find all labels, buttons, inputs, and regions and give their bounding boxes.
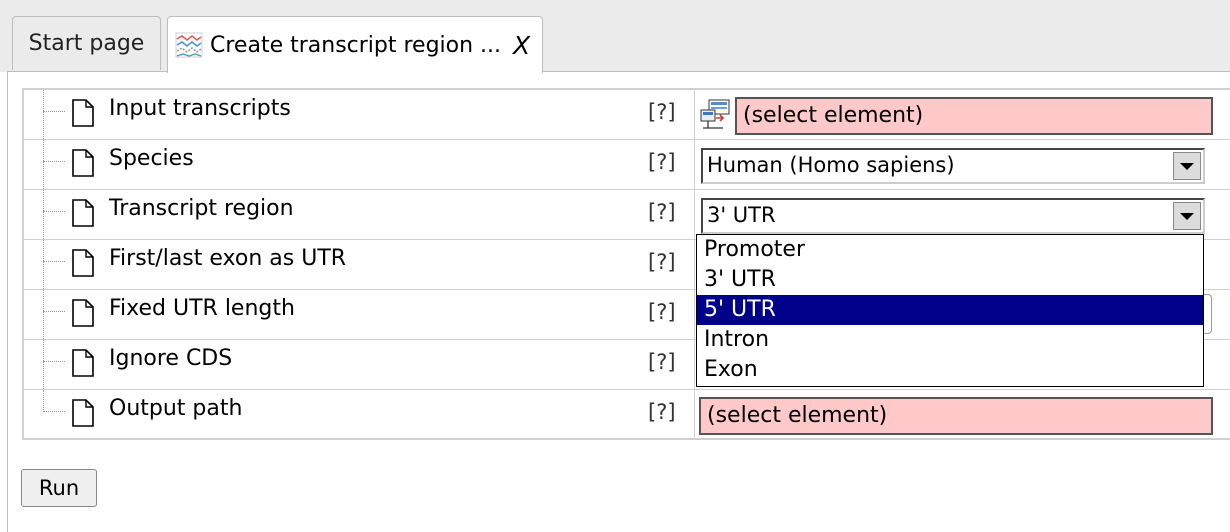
run-button[interactable]: Run bbox=[21, 469, 97, 507]
document-icon bbox=[72, 199, 94, 227]
transcript-region-icon bbox=[175, 32, 203, 58]
tab-label: Start page bbox=[28, 31, 145, 56]
output-path-field[interactable]: (select element) bbox=[699, 397, 1213, 435]
param-row-input-transcripts: Input transcripts [?] (select element) bbox=[24, 90, 1230, 140]
document-icon bbox=[72, 249, 94, 277]
help-link[interactable]: [?] bbox=[648, 250, 676, 274]
input-transcripts-field[interactable]: (select element) bbox=[735, 97, 1213, 135]
close-tab-icon[interactable]: X bbox=[513, 31, 530, 60]
document-icon bbox=[72, 299, 94, 327]
document-icon bbox=[72, 349, 94, 377]
param-name: Fixed UTR length bbox=[109, 296, 295, 321]
param-name: First/last exon as UTR bbox=[109, 246, 347, 271]
tab-bar: Start page Create transcript region ... … bbox=[0, 0, 1230, 73]
option-exon[interactable]: Exon bbox=[697, 355, 1203, 385]
param-row-transcript-region: Transcript region [?] 3' UTR bbox=[24, 190, 1230, 240]
help-link[interactable]: [?] bbox=[648, 300, 676, 324]
document-icon bbox=[72, 399, 94, 427]
param-name: Output path bbox=[109, 396, 243, 421]
option-3-utr[interactable]: 3' UTR bbox=[697, 265, 1203, 295]
option-intron[interactable]: Intron bbox=[697, 325, 1203, 355]
document-icon bbox=[72, 99, 94, 127]
transcript-region-value: 3' UTR bbox=[707, 203, 776, 227]
param-name: Input transcripts bbox=[109, 96, 291, 121]
tab-create-transcript-region[interactable]: Create transcript region ... X bbox=[167, 16, 543, 73]
transcript-region-dropdown: Promoter 3' UTR 5' UTR Intron Exon bbox=[696, 234, 1204, 387]
tab-start-page[interactable]: Start page bbox=[12, 16, 161, 70]
chevron-down-icon[interactable] bbox=[1173, 202, 1201, 230]
param-row-species: Species [?] Human (Homo sapiens) bbox=[24, 140, 1230, 190]
param-name: Transcript region bbox=[109, 196, 294, 221]
help-link[interactable]: [?] bbox=[648, 150, 676, 174]
param-name: Species bbox=[109, 146, 194, 171]
document-icon bbox=[72, 149, 94, 177]
param-row-output-path: Output path [?] (select element) bbox=[24, 390, 1230, 440]
transcript-region-select[interactable]: 3' UTR bbox=[701, 198, 1205, 234]
species-value: Human (Homo sapiens) bbox=[707, 153, 955, 177]
help-link[interactable]: [?] bbox=[648, 400, 676, 424]
help-link[interactable]: [?] bbox=[648, 350, 676, 374]
help-link[interactable]: [?] bbox=[648, 100, 676, 124]
option-promoter[interactable]: Promoter bbox=[697, 235, 1203, 265]
select-element-icon[interactable] bbox=[699, 98, 733, 132]
species-select[interactable]: Human (Homo sapiens) bbox=[701, 148, 1205, 184]
option-5-utr[interactable]: 5' UTR bbox=[697, 295, 1203, 325]
chevron-down-icon[interactable] bbox=[1173, 152, 1201, 180]
param-name: Ignore CDS bbox=[109, 346, 233, 371]
tab-label: Create transcript region ... bbox=[210, 32, 502, 58]
help-link[interactable]: [?] bbox=[648, 200, 676, 224]
